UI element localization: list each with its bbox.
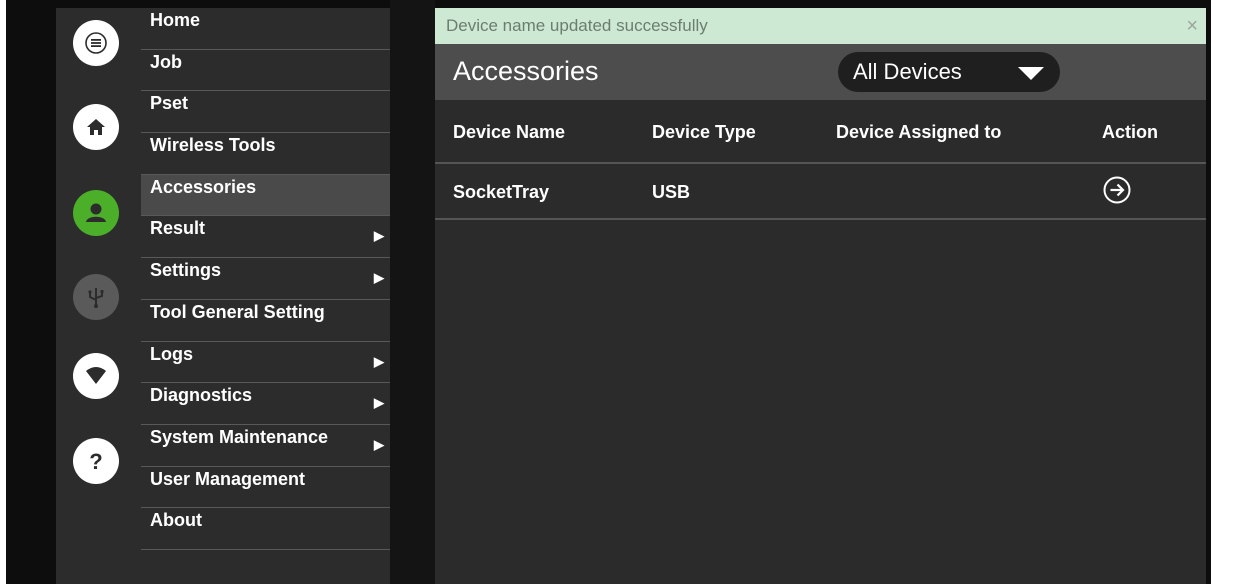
submenu-arrow-icon: ▶	[374, 395, 384, 411]
device-name-cell: SocketTray	[453, 182, 550, 202]
sidebar-item-label: Settings	[150, 260, 222, 281]
table-header: Device Name Device Type Device Assigned …	[435, 100, 1206, 164]
sidebar-item-accessories[interactable]: Accessories	[141, 174, 390, 217]
close-icon[interactable]: ×	[1186, 8, 1198, 44]
sidebar-item-label: Job	[150, 51, 183, 72]
sidebar-item-label: Accessories	[150, 176, 257, 197]
sidebar-item-system-maintenance[interactable]: System Maintenance ▶	[141, 425, 390, 467]
device-type-cell: USB	[652, 182, 691, 202]
sidebar-item-label: Logs	[150, 343, 193, 364]
devices-table: Device Name Device Type Device Assigned …	[435, 100, 1206, 220]
home-icon[interactable]	[73, 104, 119, 150]
menu-icon[interactable]	[73, 20, 119, 66]
divider	[390, 0, 435, 584]
page-title: Accessories	[453, 56, 599, 86]
svg-text:?: ?	[89, 449, 102, 474]
column-header: Device Assigned to	[836, 122, 1002, 142]
sidebar-item-label: System Maintenance	[150, 426, 329, 447]
sidebar-item-label: User Management	[150, 468, 306, 489]
help-icon[interactable]: ?	[73, 438, 119, 484]
sidebar-item-label: Result	[150, 218, 206, 239]
column-header: Device Name	[453, 122, 566, 142]
sidebar-menu: Home Job Pset Wireless Tools Accessories…	[141, 8, 390, 584]
main-panel: Device name updated successfully × Acces…	[435, 8, 1206, 584]
sidebar-item-job[interactable]: Job	[141, 50, 390, 92]
sidebar-item-tool-general-setting[interactable]: Tool General Setting	[141, 300, 390, 342]
sidebar-item-label: Pset	[150, 93, 189, 114]
column-header: Device Type	[652, 122, 756, 142]
sidebar-item-about[interactable]: About	[141, 508, 390, 550]
sidebar-item-wireless-tools[interactable]: Wireless Tools	[141, 133, 390, 175]
sidebar-item-label: Home	[150, 10, 201, 30]
sidebar-item-label: About	[150, 510, 202, 531]
usb-icon[interactable]	[73, 274, 119, 320]
sidebar-item-label: Tool General Setting	[150, 301, 325, 322]
sidebar-item-result[interactable]: Result ▶	[141, 216, 390, 259]
sidebar-item-label: Wireless Tools	[150, 135, 276, 156]
sidebar-item-user-management[interactable]: User Management	[141, 467, 390, 509]
notification-message: Device name updated successfully	[446, 16, 708, 35]
app-screen: ? Home Job Pset Wireless Tools Accessori…	[6, 0, 1211, 584]
sidebar-item-pset[interactable]: Pset	[141, 91, 390, 134]
page-header: Accessories All Devices	[435, 44, 1206, 100]
device-filter-value: All Devices	[853, 59, 962, 84]
sidebar-item-logs[interactable]: Logs ▶	[141, 342, 390, 384]
wifi-icon[interactable]	[73, 353, 119, 399]
sidebar-item-label: Diagnostics	[150, 385, 253, 406]
submenu-arrow-icon: ▶	[374, 436, 384, 452]
arrow-right-circle-icon[interactable]	[1103, 176, 1131, 204]
user-icon[interactable]	[73, 190, 119, 236]
submenu-arrow-icon: ▶	[374, 270, 384, 286]
submenu-arrow-icon: ▶	[374, 353, 384, 369]
submenu-arrow-icon: ▶	[374, 228, 384, 244]
sidebar-item-home[interactable]: Home	[141, 8, 390, 50]
device-filter-select[interactable]: All Devices	[838, 52, 1060, 92]
column-header: Action	[1102, 122, 1158, 142]
table-row: SocketTray USB	[435, 164, 1206, 220]
success-notification: Device name updated successfully ×	[435, 8, 1206, 44]
sidebar-item-settings[interactable]: Settings ▶	[141, 258, 390, 300]
icon-rail: ?	[56, 8, 141, 584]
sidebar-item-diagnostics[interactable]: Diagnostics ▶	[141, 383, 390, 425]
chevron-down-icon	[1018, 67, 1044, 80]
